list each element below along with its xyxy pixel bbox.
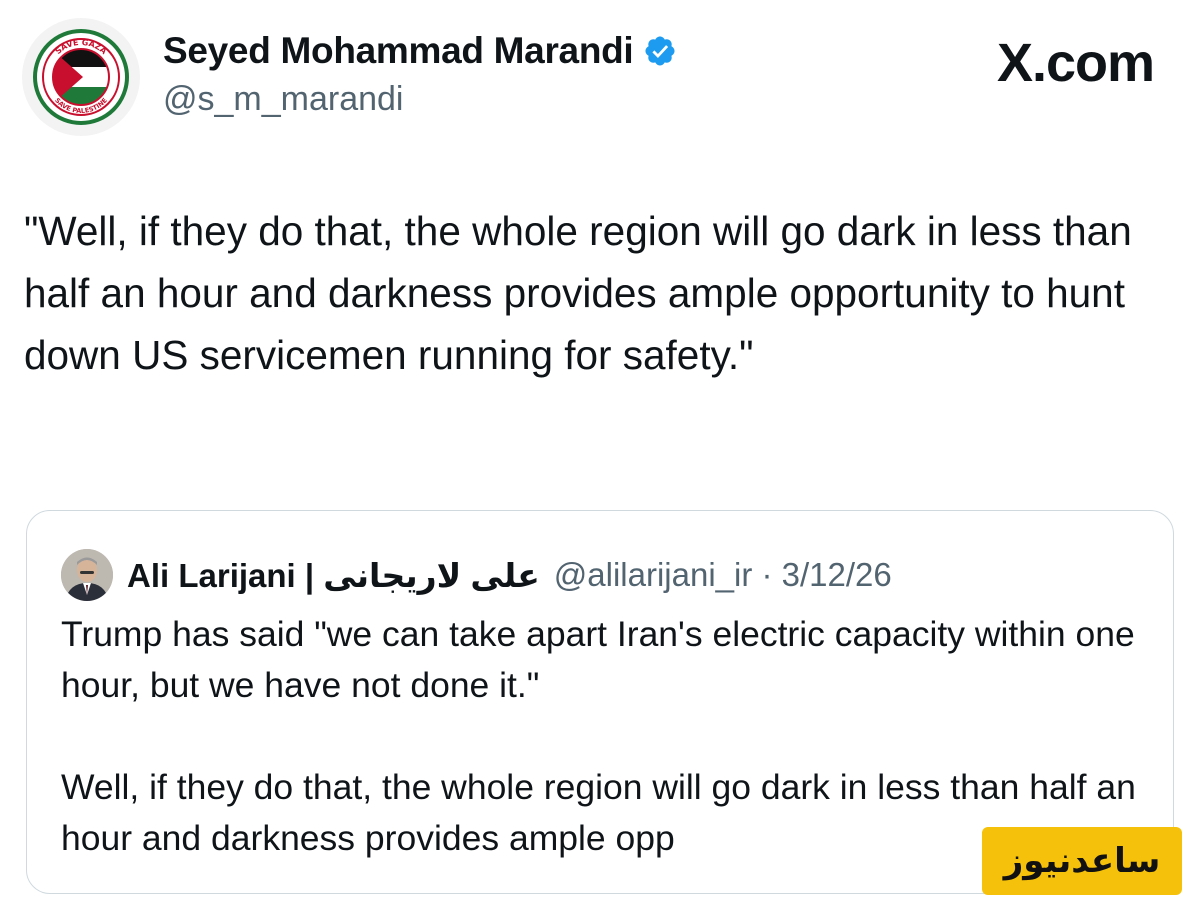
quoted-author-handle-date[interactable]: @alilarijani_ir · 3/12/26 — [554, 556, 892, 594]
verified-badge-icon — [645, 36, 675, 66]
quoted-tweet-header: Ali Larijani | علی لاریجانی @alilarijani… — [61, 547, 892, 603]
author-handle[interactable]: @s_m_marandi — [163, 80, 404, 119]
tweet-text: "Well, if they do that, the whole region… — [24, 208, 1132, 378]
saednews-watermark-logo: ساعدنیوز — [982, 827, 1182, 895]
author-name-row[interactable]: Seyed Mohammad Marandi — [163, 30, 677, 72]
person-avatar-icon — [61, 549, 113, 601]
quoted-paragraph-1: Trump has said "we can take apart Iran's… — [61, 614, 1135, 705]
author-avatar[interactable]: SAVE GAZA SAVE PALESTINE — [22, 18, 140, 136]
x-com-text: X.com — [996, 33, 1155, 93]
x-com-logo: X.com — [996, 32, 1155, 94]
watermark-text: ساعدنیوز — [1003, 841, 1161, 881]
quoted-author-name[interactable]: Ali Larijani | علی لاریجانی — [127, 556, 540, 595]
quoted-paragraph-2: Well, if they do that, the whole region … — [61, 767, 1136, 858]
quoted-tweet-text: Trump has said "we can take apart Iran's… — [61, 609, 1141, 864]
quoted-author-avatar[interactable] — [61, 549, 113, 601]
author-display-name[interactable]: Seyed Mohammad Marandi — [163, 30, 634, 72]
palestine-flag-badge-icon: SAVE GAZA SAVE PALESTINE — [33, 29, 129, 125]
